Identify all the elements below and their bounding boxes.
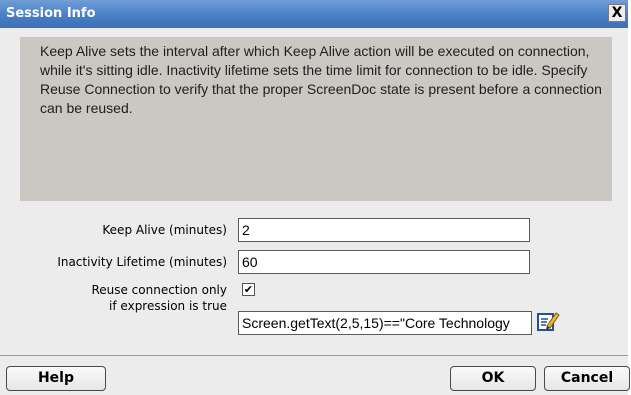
keep-alive-input[interactable]: [238, 218, 530, 242]
inactivity-lifetime-input[interactable]: [238, 250, 530, 274]
reuse-connection-label: Reuse connection only: [91, 283, 227, 297]
inactivity-lifetime-label: Inactivity Lifetime (minutes): [57, 255, 227, 269]
ok-button[interactable]: OK: [450, 366, 536, 391]
cancel-button[interactable]: Cancel: [544, 366, 630, 391]
title-bar[interactable]: Session Info X: [0, 0, 628, 28]
expression-input[interactable]: [238, 311, 532, 335]
footer-divider: [0, 355, 628, 356]
edit-icon[interactable]: [536, 309, 560, 333]
description-text: Keep Alive sets the interval after which…: [40, 43, 602, 116]
session-info-dialog: Session Info X Keep Alive sets the inter…: [0, 0, 630, 395]
reuse-connection-label-line2: if expression is true: [109, 299, 227, 313]
close-button[interactable]: X: [608, 4, 626, 22]
dialog-title: Session Info: [6, 6, 96, 21]
help-button[interactable]: Help: [6, 366, 106, 391]
keep-alive-label: Keep Alive (minutes): [102, 223, 227, 237]
description-panel: Keep Alive sets the interval after which…: [20, 37, 612, 201]
close-icon: X: [611, 5, 623, 21]
reuse-connection-checkbox[interactable]: ✔: [242, 283, 255, 296]
